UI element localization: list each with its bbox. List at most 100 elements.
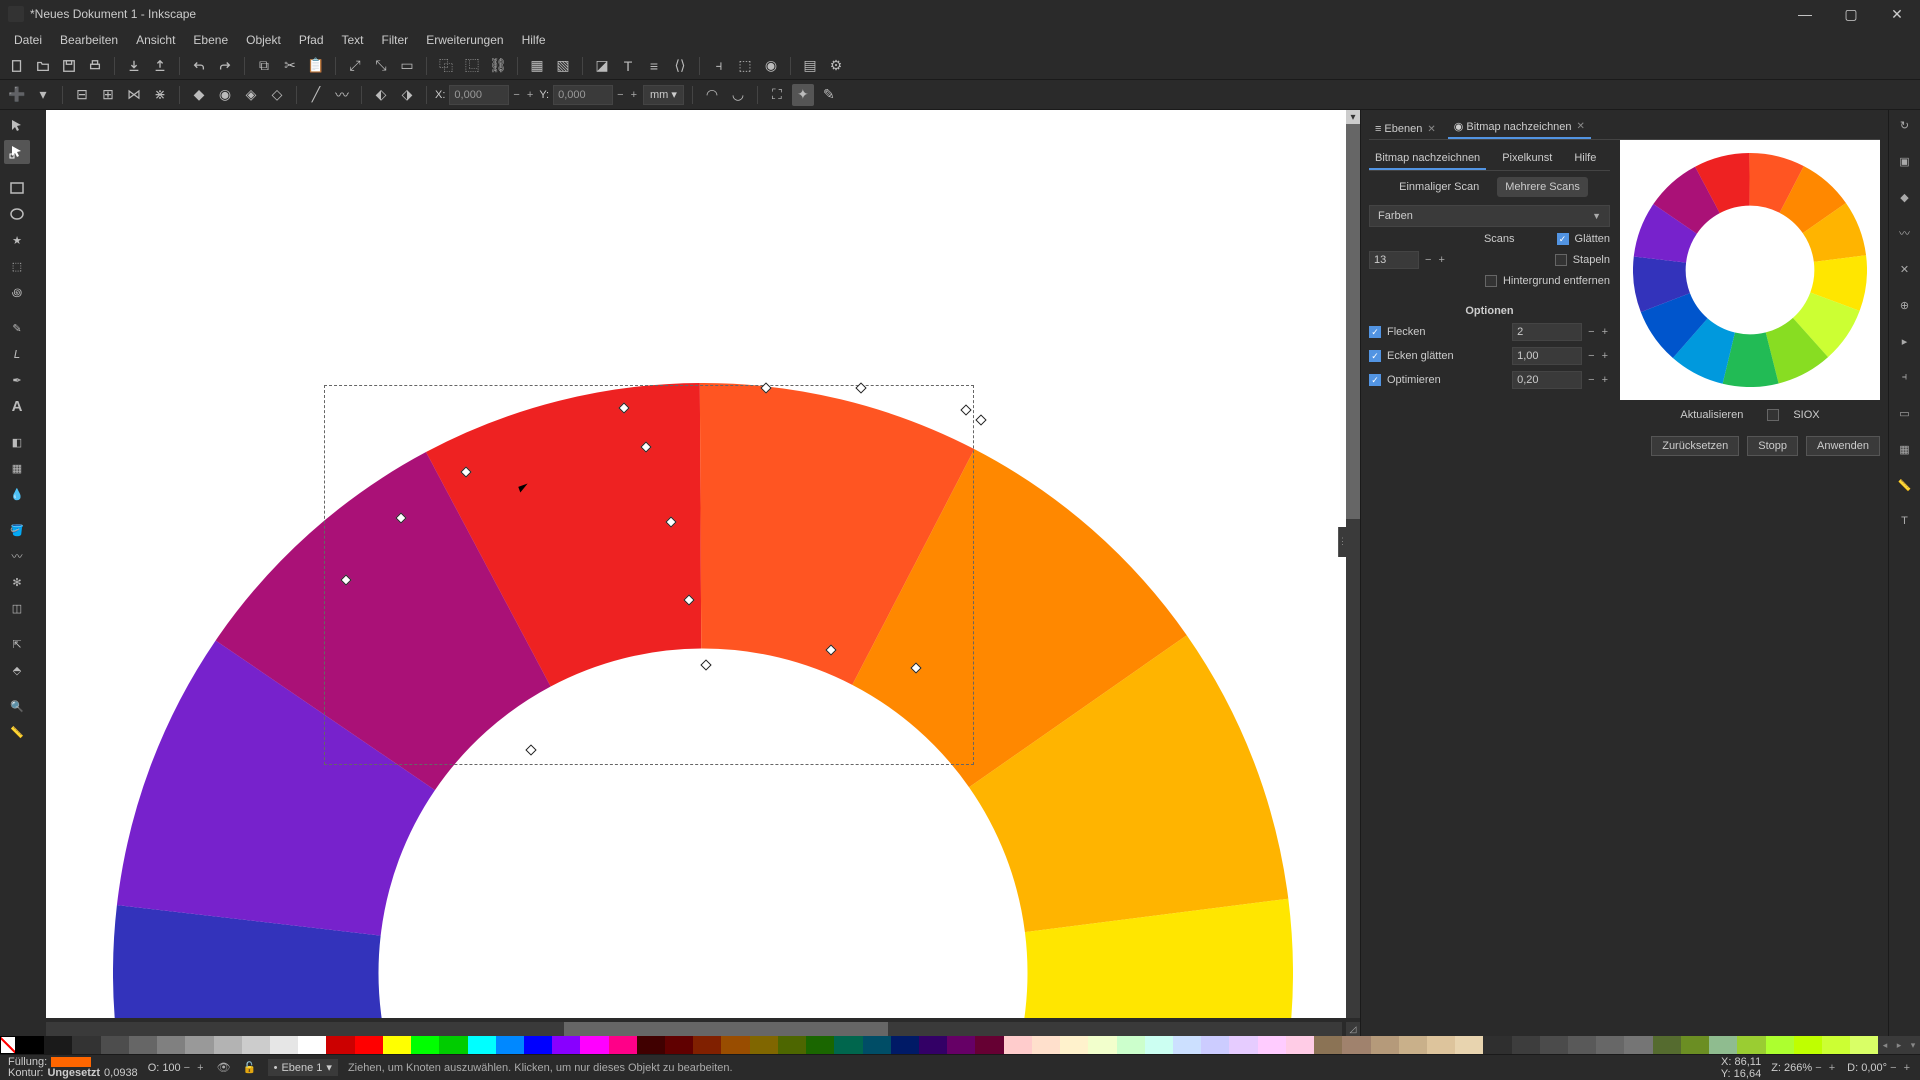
palette-scroll-left-icon[interactable]: ◂	[1878, 1036, 1892, 1054]
palette-swatch[interactable]	[1568, 1036, 1596, 1054]
palette-swatch[interactable]	[439, 1036, 467, 1054]
opacity-stepper[interactable]: − +	[184, 1062, 206, 1074]
dock-tab-trace[interactable]: ◉ Bitmap nachzeichnen ✕	[1448, 116, 1591, 139]
update-button[interactable]: Aktualisieren	[1670, 406, 1753, 424]
palette-swatch[interactable]	[101, 1036, 129, 1054]
x-value[interactable]: 0,000	[449, 85, 509, 105]
zoom-stepper[interactable]: − +	[1815, 1062, 1837, 1074]
docprops-icon[interactable]: ▤	[799, 55, 821, 77]
no-color-swatch[interactable]	[0, 1036, 16, 1054]
palette-swatch[interactable]	[1004, 1036, 1032, 1054]
palette-swatch[interactable]	[1624, 1036, 1652, 1054]
palette-scroll-right-icon[interactable]: ▸	[1892, 1036, 1906, 1054]
show-path-outline-icon[interactable]: ◠	[701, 84, 723, 106]
palette-swatch[interactable]	[1286, 1036, 1314, 1054]
pencil-tool-icon[interactable]: ✎	[4, 316, 30, 340]
node-tool-icon[interactable]	[4, 140, 30, 164]
rect-tool-icon[interactable]	[4, 176, 30, 200]
text-dialog-icon[interactable]: T	[617, 55, 639, 77]
new-icon[interactable]	[6, 55, 28, 77]
menu-path[interactable]: Pfad	[291, 30, 332, 50]
paste-icon[interactable]: 📋	[305, 55, 327, 77]
snap-grid-icon[interactable]: ▦	[1894, 438, 1916, 460]
palette-swatch[interactable]	[1342, 1036, 1370, 1054]
color-palette[interactable]: ◂ ▸ ▾	[0, 1036, 1920, 1054]
snap-node-icon[interactable]: ◆	[1894, 186, 1916, 208]
undo-icon[interactable]	[188, 55, 210, 77]
clone-icon[interactable]: ⿺	[461, 55, 483, 77]
palette-swatch[interactable]	[863, 1036, 891, 1054]
corners-checkbox[interactable]	[1369, 350, 1381, 362]
layer-visible-icon[interactable]: 👁	[216, 1060, 232, 1076]
optimize-checkbox[interactable]	[1369, 374, 1381, 386]
delete-segment-icon[interactable]: ⋇	[149, 84, 171, 106]
status-rotation[interactable]: 0,00°	[1861, 1062, 1887, 1074]
snap-page-icon[interactable]: ▭	[1894, 402, 1916, 424]
trace-icon[interactable]: ◉	[760, 55, 782, 77]
node-auto-icon[interactable]: ◇	[266, 84, 288, 106]
text-tool-icon[interactable]: A	[4, 394, 30, 418]
xml-icon[interactable]: ⟨⟩	[669, 55, 691, 77]
scantab-single[interactable]: Einmaliger Scan	[1391, 177, 1487, 197]
stroke-value[interactable]: Ungesetzt	[47, 1068, 100, 1079]
measure-tool-icon[interactable]: 📏	[4, 720, 30, 744]
trace-mode-dropdown[interactable]: Farben ▼	[1369, 205, 1610, 227]
palette-swatch[interactable]	[975, 1036, 1003, 1054]
unit-select[interactable]: mm ▾	[643, 85, 684, 105]
palette-swatch[interactable]	[1653, 1036, 1681, 1054]
menu-edit[interactable]: Bearbeiten	[52, 30, 126, 50]
snap-path-icon[interactable]: 〰	[1894, 222, 1916, 244]
y-value[interactable]: 0,000	[553, 85, 613, 105]
selector-tool-icon[interactable]	[4, 114, 30, 138]
break-node-icon[interactable]: ⊟	[71, 84, 93, 106]
scans-stepper[interactable]: − +	[1425, 254, 1447, 266]
scantab-multi[interactable]: Mehrere Scans	[1497, 177, 1588, 197]
stroke-to-path-icon[interactable]: ⬗	[396, 84, 418, 106]
palette-swatch[interactable]	[1596, 1036, 1624, 1054]
subtab-help[interactable]: Hilfe	[1568, 148, 1602, 170]
zoom-page-icon[interactable]: ▭	[396, 55, 418, 77]
palette-swatch[interactable]	[580, 1036, 608, 1054]
show-bezier-icon[interactable]: ◡	[727, 84, 749, 106]
palette-swatch[interactable]	[1117, 1036, 1145, 1054]
redo-icon[interactable]	[214, 55, 236, 77]
status-zoom[interactable]: 266%	[1784, 1062, 1812, 1074]
palette-swatch[interactable]	[1850, 1036, 1878, 1054]
paintbucket-tool-icon[interactable]: 🪣	[4, 518, 30, 542]
menu-filter[interactable]: Filter	[374, 30, 417, 50]
palette-swatch[interactable]	[806, 1036, 834, 1054]
palette-swatch[interactable]	[637, 1036, 665, 1054]
snap-bbox-icon[interactable]: ▣	[1894, 150, 1916, 172]
transform-icon[interactable]: ⬚	[734, 55, 756, 77]
menu-layer[interactable]: Ebene	[185, 30, 236, 50]
snap-toggle-icon[interactable]: ↻	[1894, 114, 1916, 136]
palette-swatch[interactable]	[891, 1036, 919, 1054]
menu-object[interactable]: Objekt	[238, 30, 289, 50]
rotation-stepper[interactable]: − +	[1890, 1062, 1912, 1074]
color-wheel-object[interactable]	[113, 383, 1293, 1018]
corners-value[interactable]: 1,00	[1512, 347, 1582, 365]
y-stepper[interactable]: − +	[617, 89, 639, 101]
palette-swatch[interactable]	[496, 1036, 524, 1054]
subtab-pixel[interactable]: Pixelkunst	[1496, 148, 1558, 170]
import-icon[interactable]	[123, 55, 145, 77]
palette-swatch[interactable]	[1229, 1036, 1257, 1054]
stop-button[interactable]: Stopp	[1747, 436, 1798, 456]
palette-swatch[interactable]	[383, 1036, 411, 1054]
palette-swatch[interactable]	[778, 1036, 806, 1054]
canvas[interactable]	[46, 110, 1360, 1018]
palette-swatch[interactable]	[1145, 1036, 1173, 1054]
node-symmetric-icon[interactable]: ◈	[240, 84, 262, 106]
horizontal-scrollbar[interactable]	[46, 1022, 1342, 1036]
palette-swatch[interactable]	[1766, 1036, 1794, 1054]
bezier-tool-icon[interactable]: 𝘓	[4, 342, 30, 366]
canvas-corner-icon[interactable]: ◿	[1346, 1022, 1360, 1036]
palette-menu-icon[interactable]: ▾	[1906, 1036, 1920, 1054]
spiral-tool-icon[interactable]: ꩜	[4, 280, 30, 304]
palette-swatch[interactable]	[750, 1036, 778, 1054]
cut-icon[interactable]: ✂	[279, 55, 301, 77]
tweak-tool-icon[interactable]: 〰	[4, 544, 30, 568]
speckles-value[interactable]: 2	[1512, 323, 1582, 341]
dropper-tool-icon[interactable]: 💧	[4, 482, 30, 506]
palette-swatch[interactable]	[1427, 1036, 1455, 1054]
